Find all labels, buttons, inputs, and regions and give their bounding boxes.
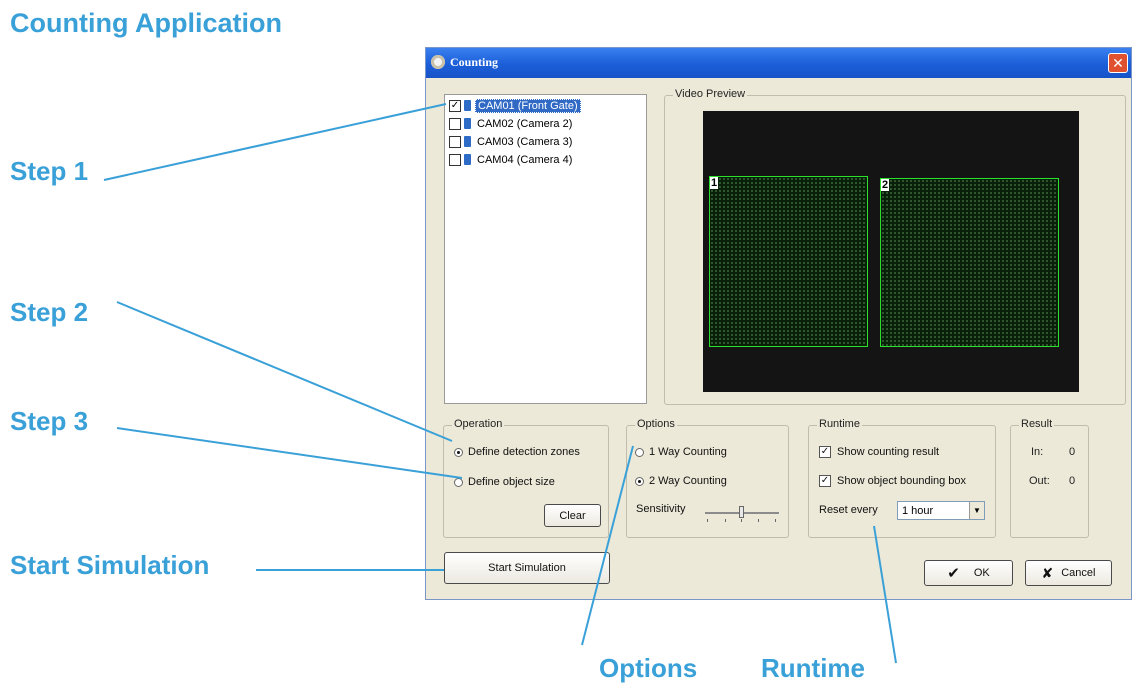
camera-checkbox[interactable] bbox=[449, 153, 461, 166]
clear-button[interactable]: Clear bbox=[544, 504, 601, 527]
zone-number: 1 bbox=[710, 177, 719, 189]
leader-step2 bbox=[116, 301, 453, 442]
reset-every-label: Reset every bbox=[819, 504, 878, 516]
radio-indicator[interactable] bbox=[454, 447, 463, 457]
slider-tick bbox=[775, 519, 776, 522]
annotation-step3: Step 3 bbox=[10, 406, 89, 436]
operation-title: Operation bbox=[452, 418, 505, 430]
camera-icon bbox=[464, 154, 471, 165]
leader-step1 bbox=[103, 103, 447, 181]
checkbox-box[interactable]: ✓ bbox=[819, 475, 831, 487]
camera-checkbox[interactable] bbox=[449, 117, 461, 130]
camera-item-cam03[interactable]: CAM03 (Camera 3) bbox=[449, 134, 574, 149]
dropdown-arrow-icon[interactable]: ▼ bbox=[969, 502, 984, 519]
annotation-start-simulation: Start Simulation bbox=[10, 550, 210, 580]
annotation-runtime: Runtime bbox=[761, 653, 865, 683]
detection-zone-2[interactable]: 2 bbox=[880, 178, 1059, 347]
one-way-counting-radio[interactable]: 1 Way Counting bbox=[635, 446, 727, 458]
title-bar[interactable]: Counting ✕ bbox=[426, 48, 1131, 78]
radio-indicator[interactable] bbox=[635, 447, 644, 457]
sensitivity-label: Sensitivity bbox=[636, 503, 686, 515]
camera-icon bbox=[464, 118, 471, 129]
camera-icon bbox=[464, 136, 471, 147]
define-detection-zones-radio[interactable]: Define detection zones bbox=[454, 446, 580, 458]
options-group: Options 1 Way Counting 2 Way Counting Se… bbox=[626, 418, 789, 538]
reset-every-value: 1 hour bbox=[902, 504, 934, 517]
heading: Counting Application bbox=[10, 8, 282, 38]
slider-tick bbox=[741, 519, 742, 522]
radio-label: 2 Way Counting bbox=[649, 475, 727, 487]
camera-item-cam04[interactable]: CAM04 (Camera 4) bbox=[449, 152, 574, 167]
show-counting-result-checkbox[interactable]: ✓ Show counting result bbox=[819, 446, 939, 458]
define-object-size-radio[interactable]: Define object size bbox=[454, 476, 555, 488]
show-bounding-box-checkbox[interactable]: ✓ Show object bounding box bbox=[819, 475, 966, 487]
video-preview-group: Video Preview 1 2 bbox=[664, 88, 1126, 405]
radio-label: Define object size bbox=[468, 476, 555, 488]
cancel-label: Cancel bbox=[1061, 567, 1096, 579]
annotation-step2: Step 2 bbox=[10, 297, 89, 327]
result-group: Result In: 0 Out: 0 bbox=[1010, 418, 1089, 538]
camera-item-cam02[interactable]: CAM02 (Camera 2) bbox=[449, 116, 574, 131]
radio-indicator[interactable] bbox=[454, 477, 463, 487]
detection-zone-1[interactable]: 1 bbox=[709, 176, 868, 347]
app-icon bbox=[431, 55, 445, 69]
start-simulation-button[interactable]: Start Simulation bbox=[444, 552, 610, 584]
camera-checkbox[interactable] bbox=[449, 135, 461, 148]
camera-label: CAM04 (Camera 4) bbox=[477, 153, 573, 166]
close-icon[interactable]: ✕ bbox=[1108, 53, 1128, 73]
window-title: Counting bbox=[450, 55, 499, 69]
out-label: Out: bbox=[1029, 475, 1050, 487]
camera-icon bbox=[464, 100, 471, 111]
out-value: 0 bbox=[1069, 475, 1076, 487]
camera-checkbox[interactable]: ✓ bbox=[449, 99, 461, 112]
camera-label: CAM03 (Camera 3) bbox=[477, 135, 573, 148]
ok-button[interactable]: ✔ OK bbox=[924, 560, 1013, 586]
checkmark-icon: ✔ bbox=[947, 565, 960, 582]
camera-item-cam01[interactable]: ✓ CAM01 (Front Gate) bbox=[449, 98, 581, 113]
radio-label: 1 Way Counting bbox=[649, 446, 727, 458]
checkbox-label: Show object bounding box bbox=[837, 475, 967, 487]
annotation-step1: Step 1 bbox=[10, 156, 89, 186]
sensitivity-slider[interactable] bbox=[701, 504, 783, 524]
video-preview[interactable]: 1 2 bbox=[703, 111, 1079, 392]
in-value: 0 bbox=[1069, 446, 1076, 458]
slider-thumb[interactable] bbox=[739, 506, 744, 518]
video-preview-title: Video Preview bbox=[673, 88, 748, 100]
leader-step3 bbox=[116, 427, 463, 479]
annotation-options: Options bbox=[599, 653, 698, 683]
two-way-counting-radio[interactable]: 2 Way Counting bbox=[635, 475, 727, 487]
reset-every-select[interactable]: 1 hour ▼ bbox=[897, 501, 985, 520]
radio-label: Define detection zones bbox=[468, 446, 580, 458]
slider-tick bbox=[707, 519, 708, 522]
counting-window: Counting ✕ ✓ CAM01 (Front Gate) CAM02 (C… bbox=[425, 47, 1132, 600]
camera-label: CAM02 (Camera 2) bbox=[477, 117, 573, 130]
cancel-button[interactable]: ✘ Cancel bbox=[1025, 560, 1112, 586]
runtime-title: Runtime bbox=[817, 418, 862, 430]
result-title: Result bbox=[1019, 418, 1055, 430]
operation-group: Operation Define detection zones Define … bbox=[443, 418, 609, 538]
camera-list[interactable]: ✓ CAM01 (Front Gate) CAM02 (Camera 2) CA… bbox=[444, 94, 647, 404]
cross-icon: ✘ bbox=[1041, 564, 1054, 581]
ok-label: OK bbox=[973, 567, 990, 579]
camera-label: CAM01 (Front Gate) bbox=[475, 98, 581, 113]
slider-tick bbox=[725, 519, 726, 522]
slider-tick bbox=[758, 519, 759, 522]
in-label: In: bbox=[1031, 446, 1044, 458]
options-title: Options bbox=[635, 418, 677, 430]
checkbox-label: Show counting result bbox=[837, 446, 940, 458]
zone-number: 2 bbox=[881, 179, 890, 191]
runtime-group: Runtime ✓ Show counting result ✓ Show ob… bbox=[808, 418, 996, 538]
checkbox-box[interactable]: ✓ bbox=[819, 446, 831, 458]
radio-indicator[interactable] bbox=[635, 476, 644, 486]
